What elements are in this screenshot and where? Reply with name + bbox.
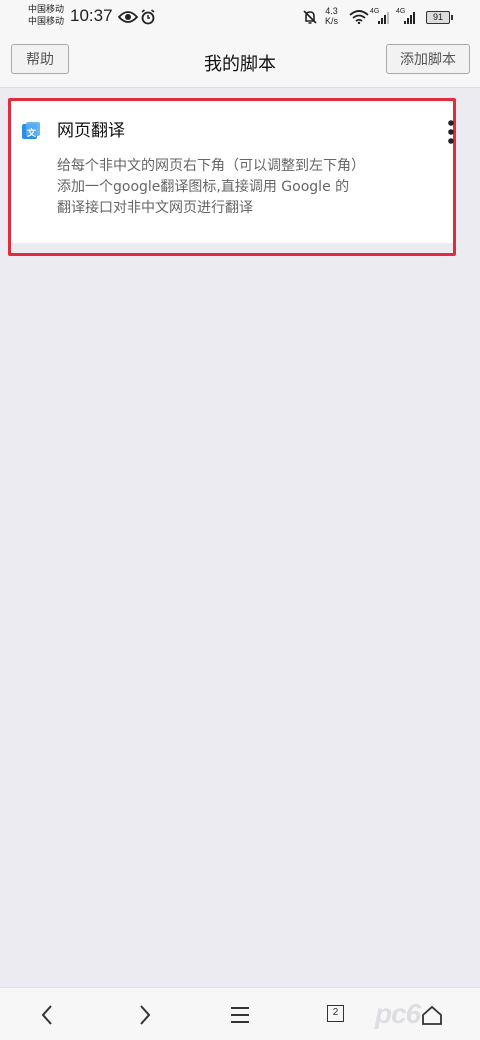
script-description: 给每个非中文的网页右下角（可以调整到左下角） 添加一个google翻译图标,直接…	[57, 156, 437, 219]
script-card[interactable]: 文 网页翻译 给每个非中文的网页右下角（可以调整到左下角） 添加一个google…	[8, 98, 456, 256]
alarm-icon	[141, 9, 155, 25]
more-options-icon[interactable]	[447, 119, 455, 145]
net-speed-value: 4.3	[325, 6, 338, 16]
svg-text:文: 文	[26, 127, 37, 138]
signal-bars-icon	[404, 12, 415, 24]
signal-1: 4G	[370, 8, 394, 26]
description-line: 给每个非中文的网页右下角（可以调整到左下角）	[57, 158, 365, 174]
home-button[interactable]	[418, 1002, 446, 1028]
app-header: 帮助 我的脚本 添加脚本	[0, 36, 480, 88]
wifi-icon	[349, 10, 369, 24]
description-line: 翻译接口对非中文网页进行翻译	[57, 200, 253, 216]
tabs-button[interactable]: 2	[327, 1005, 344, 1022]
carrier-2: 中国移动	[28, 17, 65, 27]
watermark: pc6	[375, 998, 421, 1029]
chevron-left-icon	[41, 1005, 52, 1025]
net-speed: 4.3 K/s	[325, 6, 338, 26]
menu-icon	[231, 1007, 249, 1023]
home-icon	[422, 1005, 442, 1025]
script-name: 网页翻译	[57, 121, 125, 141]
mute-bell-icon	[303, 10, 317, 24]
signal-bars-icon	[378, 12, 389, 24]
clock: 10:37	[70, 6, 113, 25]
carrier-1: 中国移动	[28, 5, 65, 15]
add-script-button[interactable]: 添加脚本	[386, 44, 470, 74]
translate-icon: 文	[22, 122, 40, 139]
eye-icon	[118, 11, 138, 23]
back-button[interactable]	[33, 1002, 61, 1028]
battery-indicator: 91	[426, 11, 453, 24]
card-divider	[11, 243, 453, 253]
net-speed-unit: K/s	[325, 16, 339, 26]
chevron-right-icon	[140, 1005, 151, 1025]
carrier-labels: 中国移动 中国移动	[28, 4, 64, 28]
signal-2: 4G	[396, 8, 420, 26]
forward-button[interactable]	[131, 1002, 159, 1028]
menu-button[interactable]	[226, 1002, 254, 1028]
description-line: 添加一个google翻译图标,直接调用 Google 的	[57, 179, 350, 195]
status-bar: 中国移动 中国移动 10:37 4.3 K/s 4G 4G 91	[0, 0, 480, 36]
